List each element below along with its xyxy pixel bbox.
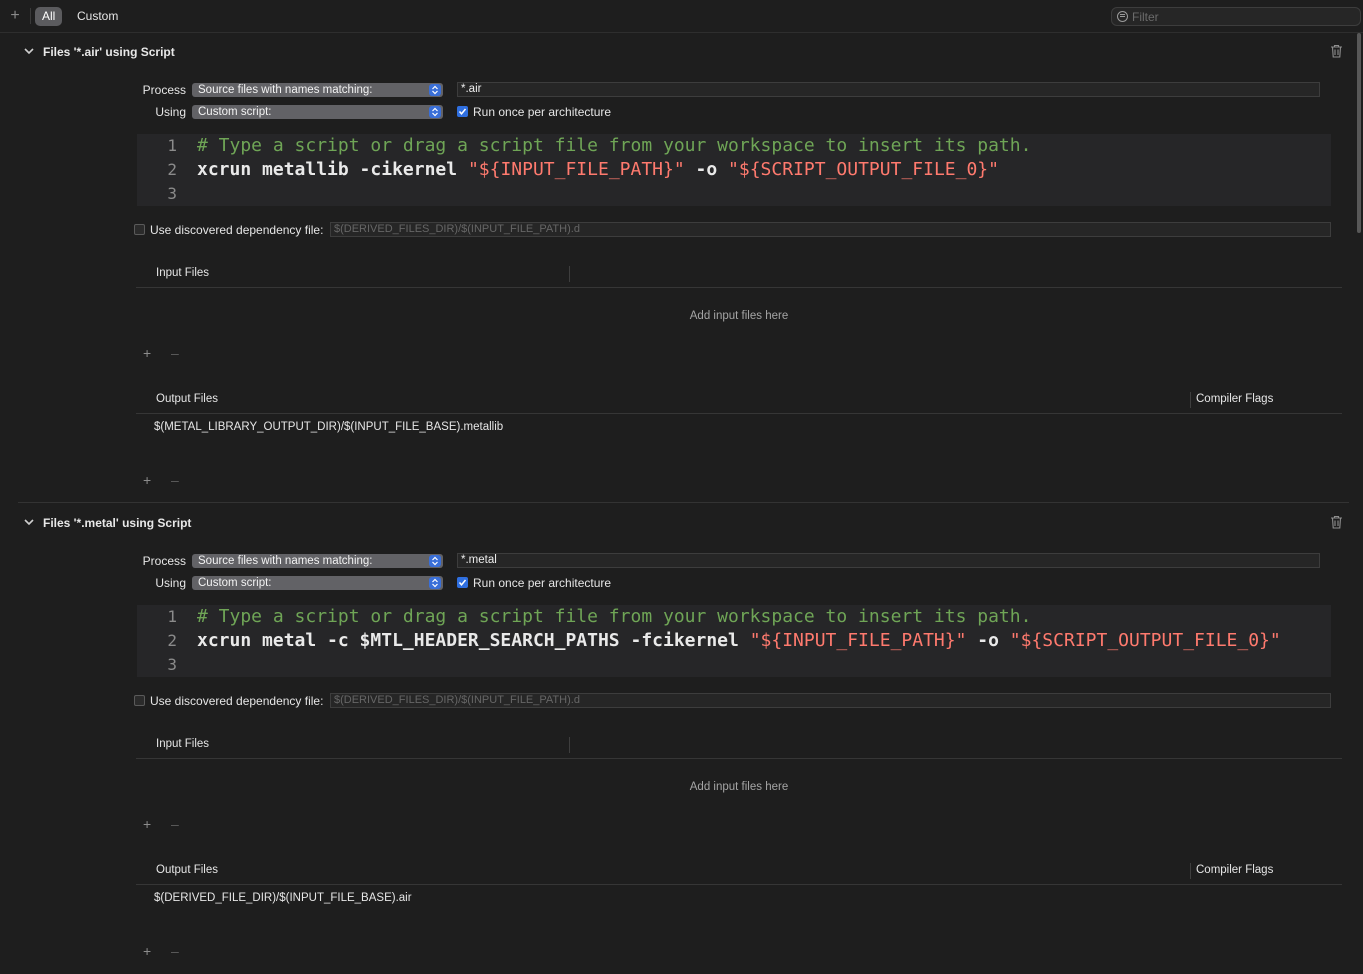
input-files-header: Input Files bbox=[156, 738, 210, 750]
table-header: Output Files Compiler Flags bbox=[136, 858, 1342, 885]
table-row[interactable]: $(DERIVED_FILE_DIR)/$(INPUT_FILE_BASE).a… bbox=[154, 892, 412, 904]
output-files-header: Output Files bbox=[156, 393, 218, 405]
table-row[interactable]: $(METAL_LIBRARY_OUTPUT_DIR)/$(INPUT_FILE… bbox=[154, 421, 503, 433]
trash-icon[interactable] bbox=[1330, 515, 1343, 529]
dependency-field[interactable]: $(DERIVED_FILES_DIR)/$(INPUT_FILE_PATH).… bbox=[330, 222, 1331, 237]
dependency-checkbox[interactable] bbox=[134, 695, 145, 706]
chevron-down-icon[interactable] bbox=[24, 517, 34, 527]
popup-arrows-icon bbox=[429, 84, 441, 96]
run-once-label: Run once per architecture bbox=[473, 105, 612, 119]
vertical-scrollbar[interactable] bbox=[1357, 33, 1361, 233]
using-popup[interactable]: Custom script: bbox=[192, 105, 443, 119]
chevron-down-icon[interactable] bbox=[24, 46, 34, 56]
script-string: "${SCRIPT_OUTPUT_FILE_0}" bbox=[728, 159, 999, 180]
compiler-flags-header: Compiler Flags bbox=[1196, 393, 1274, 405]
output-files-header: Output Files bbox=[156, 864, 218, 876]
trash-icon[interactable] bbox=[1330, 44, 1343, 58]
line-number: 2 bbox=[167, 160, 177, 179]
line-number: 3 bbox=[167, 184, 177, 203]
using-label: Using bbox=[155, 105, 186, 119]
process-value: Source files with names matching: bbox=[198, 84, 373, 96]
process-label: Process bbox=[142, 83, 186, 97]
remove-input-button[interactable]: – bbox=[171, 345, 179, 361]
dependency-field[interactable]: $(DERIVED_FILES_DIR)/$(INPUT_FILE_PATH).… bbox=[330, 693, 1331, 708]
build-rule-air: Files '*.air' using Script Process Sourc… bbox=[0, 33, 1363, 503]
rule-title: Files '*.air' using Script bbox=[43, 45, 175, 59]
plus-icon[interactable]: + bbox=[8, 6, 22, 26]
table-body[interactable]: Add input files here bbox=[136, 759, 1342, 816]
process-popup[interactable]: Source files with names matching: bbox=[192, 83, 443, 97]
using-value: Custom script: bbox=[198, 106, 272, 118]
remove-input-button[interactable]: – bbox=[171, 816, 179, 832]
script-string: "${INPUT_FILE_PATH}" bbox=[749, 630, 967, 651]
add-output-button[interactable]: + bbox=[143, 472, 151, 488]
process-value: Source files with names matching: bbox=[198, 555, 373, 567]
run-once-checkbox[interactable] bbox=[457, 577, 468, 588]
build-rule-metal: Files '*.metal' using Script Process Sou… bbox=[0, 504, 1363, 974]
using-value: Custom script: bbox=[198, 577, 272, 589]
table-header: Output Files Compiler Flags bbox=[136, 387, 1342, 414]
script-command: xcrun metallib -cikernel bbox=[197, 159, 468, 180]
table-body: $(DERIVED_FILE_DIR)/$(INPUT_FILE_BASE).a… bbox=[136, 885, 1342, 942]
table-body[interactable]: Add input files here bbox=[136, 288, 1342, 345]
process-label: Process bbox=[142, 554, 186, 568]
script-comment: # Type a script or drag a script file fr… bbox=[197, 606, 1032, 627]
script-string: "${INPUT_FILE_PATH}" bbox=[467, 159, 685, 180]
tab-custom[interactable]: Custom bbox=[70, 7, 125, 26]
run-once-label: Run once per architecture bbox=[473, 576, 612, 590]
process-popup[interactable]: Source files with names matching: bbox=[192, 554, 443, 568]
add-output-button[interactable]: + bbox=[143, 943, 151, 959]
script-editor[interactable]: 1 2 3 # Type a script or drag a script f… bbox=[137, 134, 1331, 206]
dependency-checkbox[interactable] bbox=[134, 224, 145, 235]
popup-arrows-icon bbox=[429, 577, 441, 589]
empty-placeholder: Add input files here bbox=[689, 781, 789, 793]
table-header: Input Files bbox=[136, 261, 1342, 288]
dependency-label: Use discovered dependency file: bbox=[150, 694, 324, 708]
pattern-field[interactable]: *.air bbox=[457, 82, 1320, 97]
line-number: 3 bbox=[167, 655, 177, 674]
line-number: 1 bbox=[167, 607, 177, 626]
dependency-label: Use discovered dependency file: bbox=[150, 223, 324, 237]
filter-field[interactable] bbox=[1111, 7, 1361, 26]
script-string: "${SCRIPT_OUTPUT_FILE_0}" bbox=[1009, 630, 1281, 651]
popup-arrows-icon bbox=[429, 106, 441, 118]
script-option: -o bbox=[684, 159, 729, 180]
run-once-checkbox[interactable] bbox=[457, 106, 468, 117]
tab-all[interactable]: All bbox=[35, 7, 63, 26]
empty-placeholder: Add input files here bbox=[689, 310, 789, 322]
top-toolbar: + All Custom bbox=[0, 0, 1363, 33]
line-number: 1 bbox=[167, 136, 177, 155]
rule-title: Files '*.metal' using Script bbox=[43, 516, 192, 530]
remove-output-button[interactable]: – bbox=[171, 943, 179, 959]
column-divider bbox=[1190, 863, 1191, 879]
rule-separator bbox=[18, 502, 1349, 503]
using-label: Using bbox=[155, 576, 186, 590]
filter-input[interactable] bbox=[1132, 8, 1352, 25]
filter-icon bbox=[1117, 11, 1128, 22]
script-command: xcrun metal -c $MTL_HEADER_SEARCH_PATHS … bbox=[197, 630, 750, 651]
script-editor[interactable]: 1 2 3 # Type a script or drag a script f… bbox=[137, 605, 1331, 677]
table-header: Input Files bbox=[136, 732, 1342, 759]
column-divider bbox=[1190, 392, 1191, 408]
column-divider bbox=[569, 737, 570, 753]
input-files-header: Input Files bbox=[156, 267, 210, 279]
using-popup[interactable]: Custom script: bbox=[192, 576, 443, 590]
compiler-flags-header: Compiler Flags bbox=[1196, 864, 1274, 876]
popup-arrows-icon bbox=[429, 555, 441, 567]
line-number: 2 bbox=[167, 631, 177, 650]
add-input-button[interactable]: + bbox=[143, 816, 151, 832]
remove-output-button[interactable]: – bbox=[171, 472, 179, 488]
toolbar-divider bbox=[30, 8, 31, 24]
script-option: -o bbox=[966, 630, 1010, 651]
pattern-field[interactable]: *.metal bbox=[457, 553, 1320, 568]
table-body: $(METAL_LIBRARY_OUTPUT_DIR)/$(INPUT_FILE… bbox=[136, 414, 1342, 471]
script-comment: # Type a script or drag a script file fr… bbox=[197, 135, 1032, 156]
add-input-button[interactable]: + bbox=[143, 345, 151, 361]
column-divider bbox=[569, 266, 570, 282]
